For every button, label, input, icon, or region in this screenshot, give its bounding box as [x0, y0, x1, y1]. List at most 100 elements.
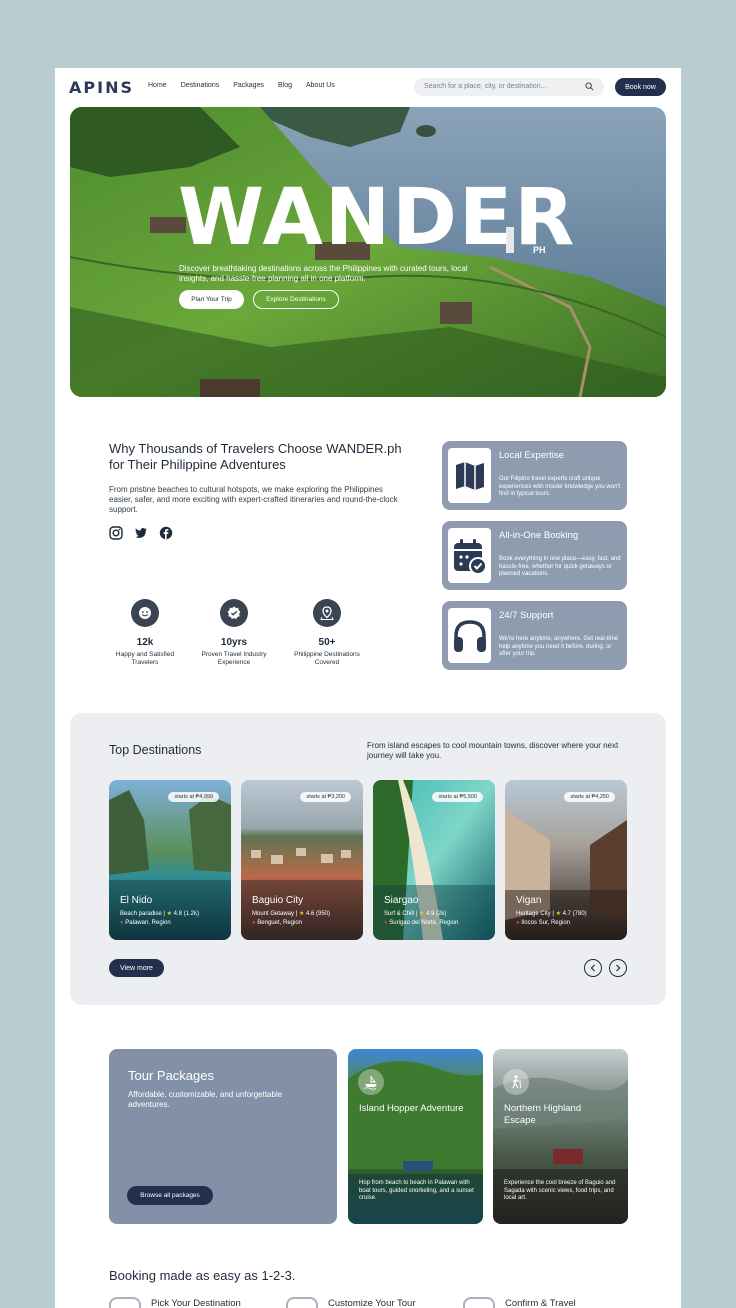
- search-placeholder: Search for a place, city, or destination…: [424, 83, 547, 90]
- destinations-subtitle: From island escapes to cool mountain tow…: [367, 741, 619, 760]
- destination-name: Vigan: [516, 895, 542, 906]
- nav-link-home[interactable]: Home: [148, 82, 167, 89]
- browse-packages-button[interactable]: Browse all packages: [127, 1186, 213, 1205]
- destination-tag: Heritage City: [516, 911, 551, 917]
- steps-heading: Booking made as easy as 1-2-3.: [109, 1268, 296, 1283]
- view-more-button[interactable]: View more: [109, 959, 164, 977]
- tour-packages-heading: Tour Packages: [128, 1068, 214, 1083]
- stat-travelers: 12k Happy and Satisfied Travelers: [105, 599, 185, 667]
- social-links: [109, 526, 173, 540]
- destination-card-el-nido[interactable]: starts at ₱4,999 El Nido Beach paradise …: [109, 780, 231, 940]
- price-badge: starts at ₱4,250: [564, 792, 615, 802]
- boat-icon: [358, 1069, 384, 1095]
- hiker-icon: [503, 1069, 529, 1095]
- package-text: Hop from beach to beach in Palawan with …: [359, 1180, 474, 1201]
- stats-row: 12k Happy and Satisfied Travelers 10yrs …: [109, 599, 360, 674]
- feature-text: We're here anytime, anywhere. Get real-t…: [499, 636, 619, 657]
- tour-packages-subtitle: Affordable, customizable, and unforgetta…: [128, 1090, 283, 1109]
- page: ΑΡΙΝЅ Home Destinations Packages Blog Ab…: [55, 68, 681, 1308]
- pin-icon: ●: [516, 920, 520, 926]
- star-icon: ★: [555, 911, 561, 917]
- pin-icon: ●: [252, 920, 256, 926]
- destination-location: ● Surigao del Norte, Region: [384, 920, 458, 926]
- step-label: Customize Your Tour: [328, 1298, 416, 1308]
- headphones-icon: [448, 608, 491, 663]
- step-icon: [109, 1297, 141, 1308]
- nav-link-blog[interactable]: Blog: [278, 82, 292, 89]
- location-text: Palawan, Region: [125, 920, 171, 926]
- feature-title: Local Expertise: [499, 450, 564, 461]
- feature-title: All-in-One Booking: [499, 530, 579, 541]
- instagram-icon[interactable]: [109, 526, 123, 540]
- location-text: Benguet, Region: [257, 920, 302, 926]
- why-description: From pristine beaches to cultural hotspo…: [109, 485, 398, 514]
- stat-label: Philippine Destinations Covered: [294, 651, 360, 666]
- explore-destinations-button[interactable]: Explore Destinations: [253, 290, 339, 309]
- price-badge: starts at ₱4,999: [168, 792, 219, 802]
- destination-rating: 4.7 (780): [562, 911, 587, 917]
- nav-link-about[interactable]: About Us: [306, 82, 335, 89]
- map-icon: [448, 448, 491, 503]
- stat-label: Happy and Satisfied Travelers: [115, 651, 175, 666]
- star-icon: ★: [298, 911, 305, 917]
- destinations-heading: Top Destinations: [109, 743, 202, 757]
- destination-name: Siargao: [384, 895, 419, 906]
- star-icon: ★: [418, 911, 425, 917]
- package-text: Experience the cool breeze of Baguio and…: [504, 1180, 616, 1201]
- badge-check-icon: [220, 599, 248, 627]
- nav-link-destinations[interactable]: Destinations: [181, 82, 220, 89]
- destination-rating: 4.9 (2k): [425, 911, 447, 917]
- feature-text: Book everything in one place—easy, fast,…: [499, 556, 621, 577]
- search-input[interactable]: Search for a place, city, or destination…: [414, 78, 604, 96]
- destination-location: ● Ilocos Sur, Region: [516, 920, 570, 926]
- next-arrow-button[interactable]: [609, 959, 627, 977]
- feature-title: 24/7 Support: [499, 610, 554, 621]
- logo[interactable]: ΑΡΙΝЅ: [69, 78, 134, 97]
- map-pin-icon: [313, 599, 341, 627]
- hero-title: WANDER: [178, 173, 577, 263]
- destination-name: El Nido: [120, 895, 153, 906]
- destination-meta: Mount Getaway | ★ 4.6 (950): [252, 911, 331, 917]
- step-pick-destination: Pick Your Destination: [109, 1297, 241, 1308]
- stat-value: 50+: [318, 637, 336, 648]
- destination-card-baguio[interactable]: starts at ₱3,200 Baguio City Mount Getaw…: [241, 780, 363, 940]
- twitter-icon[interactable]: [134, 526, 148, 540]
- pin-icon: ●: [120, 920, 124, 926]
- destination-meta: Surf & Chill | ★ 4.9 (2k): [384, 911, 447, 917]
- step-customize-tour: Customize Your Tour: [286, 1297, 416, 1308]
- feature-text: Our Filipino travel experts craft unique…: [499, 476, 621, 497]
- stat-experience: 10yrs Proven Travel Industry Experience: [194, 599, 274, 667]
- top-nav: ΑΡΙΝЅ Home Destinations Packages Blog Ab…: [55, 68, 681, 106]
- facebook-icon[interactable]: [159, 526, 173, 540]
- search-icon[interactable]: [585, 82, 594, 91]
- prev-arrow-button[interactable]: [584, 959, 602, 977]
- destination-location: ● Benguet, Region: [252, 920, 302, 926]
- package-title: Island Hopper Adventure: [359, 1103, 464, 1114]
- feature-card-local-expertise: Local Expertise Our Filipino travel expe…: [442, 441, 627, 510]
- destination-location: ● Palawan, Region: [120, 920, 171, 926]
- step-confirm-travel: Confirm & Travel: [463, 1297, 576, 1308]
- top-destinations-section: Top Destinations From island escapes to …: [70, 713, 666, 1005]
- stat-destinations: 50+ Philippine Destinations Covered: [287, 599, 367, 667]
- plan-trip-button[interactable]: Plan Your Trip: [179, 290, 244, 309]
- destination-name: Baguio City: [252, 895, 304, 906]
- pin-icon: ●: [384, 920, 388, 926]
- destination-meta: Heritage City | ★ 4.7 (780): [516, 911, 587, 917]
- feature-card-support: 24/7 Support We're here anytime, anywher…: [442, 601, 627, 670]
- why-heading: Why Thousands of Travelers Choose WANDER…: [109, 441, 402, 472]
- destination-meta: Beach paradise | ★ 4.8 (1.2k): [120, 911, 200, 917]
- stat-value: 12k: [136, 637, 154, 648]
- chevron-left-icon: [590, 964, 595, 972]
- step-icon: [286, 1297, 318, 1308]
- location-text: Surigao del Norte, Region: [389, 920, 459, 926]
- destination-card-siargao[interactable]: starts at ₱5,500 Siargao Surf & Chill | …: [373, 780, 495, 940]
- package-card-island-hopper[interactable]: Island Hopper Adventure Hop from beach t…: [348, 1049, 483, 1224]
- location-text: Ilocos Sur, Region: [521, 920, 570, 926]
- nav-links: Home Destinations Packages Blog About Us: [148, 82, 335, 89]
- package-card-northern-highland[interactable]: Northern Highland Escape Experience the …: [493, 1049, 628, 1224]
- hero-subtitle: Discover breathtaking destinations acros…: [179, 264, 468, 283]
- nav-link-packages[interactable]: Packages: [233, 82, 264, 89]
- destination-card-vigan[interactable]: starts at ₱4,250 Vigan Heritage City | ★…: [505, 780, 627, 940]
- stat-value: 10yrs: [220, 637, 248, 648]
- book-now-button[interactable]: Book now: [615, 78, 666, 96]
